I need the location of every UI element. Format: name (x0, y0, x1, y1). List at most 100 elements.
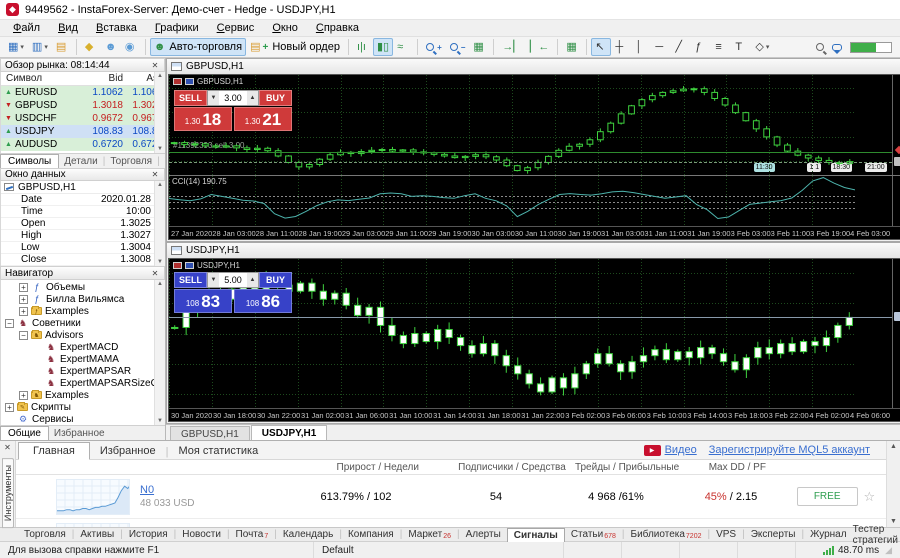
market-watch-row-USDCHF[interactable]: ▼USDCHF0.96720.9675 (1, 112, 165, 125)
expand-toggle[interactable]: − (19, 331, 28, 340)
expand-toggle[interactable]: + (19, 307, 28, 316)
volume-up-icon[interactable]: ▲ (247, 273, 258, 287)
tab-Библиотека[interactable]: Библиотека7202 (625, 529, 708, 540)
chart-tab-GBPUSD,H1[interactable]: GBPUSD,H1 (170, 426, 250, 440)
tree-item-Examples[interactable]: +♞Examples (1, 389, 165, 401)
tree-item-ExpertMAPSAR[interactable]: ♞ExpertMAPSAR (1, 365, 165, 377)
tree-item-ExpertMAPSARSizeOptim[interactable]: ♞ExpertMAPSARSizeOptim (1, 377, 165, 389)
tab-Алерты[interactable]: Алерты (460, 529, 507, 540)
mql5-register-link[interactable]: Зарегистрируйте MQL5 аккаунт (709, 444, 870, 456)
market-watch-scrollbar[interactable]: ▲▼ (154, 72, 165, 153)
search-icon[interactable] (816, 43, 824, 51)
gbpusd-window-titlebar[interactable]: GBPUSD,H1 ─ □ ✕ (167, 59, 900, 74)
tab-Детали[interactable]: Детали (59, 155, 102, 168)
tab-Торговля[interactable]: Торговля (105, 155, 157, 168)
chevron-down-icon[interactable]: ▾ (44, 43, 48, 51)
market-watch-row-USDJPY[interactable]: ▲USDJPY108.83108.86 (1, 125, 165, 138)
market-watch-row-GBPUSD[interactable]: ▼GBPUSD1.30181.3021 (1, 99, 165, 112)
tree-item-Examples[interactable]: +ƒExamples (1, 305, 165, 317)
templates-button[interactable]: ▦ (562, 38, 582, 56)
tab-Почта[interactable]: Почта7 (230, 529, 275, 540)
volume-up-icon[interactable]: ▲ (247, 91, 258, 105)
market-watch-row-AUDUSD[interactable]: ▲AUDUSD0.67200.6723 (1, 138, 165, 151)
tab-Новости[interactable]: Новости (176, 529, 227, 540)
col-growth[interactable]: Прирост / Недели (301, 462, 454, 473)
tab-Компания[interactable]: Компания (342, 529, 400, 540)
signals-scrollbar[interactable]: ▲▼ (886, 441, 900, 527)
tab-Календарь[interactable]: Календарь (277, 529, 339, 540)
tab-Статьи[interactable]: Статьи678 (565, 529, 622, 540)
expand-toggle[interactable]: + (5, 403, 14, 412)
star-icon[interactable]: ☆ (864, 489, 876, 505)
crosshair-button[interactable]: ┼ (611, 38, 631, 56)
data-window-scrollbar[interactable]: ▲▼ (154, 181, 165, 266)
tree-item-Объемы[interactable]: +ƒОбъемы (1, 281, 165, 293)
tab-Эксперты[interactable]: Эксперты (745, 529, 802, 540)
autotrade-button[interactable]: ☻Авто-торговля (150, 38, 246, 56)
col-symbol[interactable]: Символ (1, 73, 81, 84)
tab-Общие[interactable]: Общие (0, 426, 49, 440)
col-bid[interactable]: Bid (81, 73, 123, 84)
video-link[interactable]: Видео (665, 444, 697, 456)
expand-toggle[interactable]: − (5, 319, 14, 328)
trendline-button[interactable]: ╱ (671, 38, 691, 56)
menu-Файл[interactable]: Файл (4, 21, 49, 35)
zoom-in-button[interactable]: + (422, 38, 446, 56)
vertical-line-button[interactable]: │ (631, 38, 651, 56)
tree-item-Скрипты[interactable]: +✎Скрипты (1, 401, 165, 413)
candles-chart-button[interactable]: ▮▯ (373, 38, 393, 56)
community-button[interactable]: ☻ (101, 38, 121, 56)
buy-button[interactable]: BUY (259, 272, 292, 288)
bars-chart-button[interactable]: ı|ı (353, 38, 373, 56)
cursor-button[interactable]: ↖ (591, 38, 611, 56)
tree-item-Сервисы[interactable]: ⚙Сервисы (1, 413, 165, 425)
navigator-scrollbar[interactable]: ▲▼ (154, 280, 165, 425)
close-icon[interactable]: ✕ (150, 269, 160, 278)
tab-Сигналы[interactable]: Сигналы (507, 528, 565, 542)
col-subscribers[interactable]: Подписчики / Средства (454, 462, 569, 473)
tab-Маркет[interactable]: Маркет26 (402, 529, 457, 540)
usdjpy-window-titlebar[interactable]: USDJPY,H1 ─ □ ✕ (167, 243, 900, 258)
chart-shift-button[interactable]: →▏ (498, 38, 525, 56)
sell-price-button[interactable]: 10883 (174, 289, 232, 313)
text-button[interactable]: T (731, 38, 751, 56)
tab-Журнал[interactable]: Журнал (804, 529, 853, 540)
expand-toggle[interactable]: + (19, 391, 28, 400)
depth-icon[interactable] (185, 78, 194, 85)
profiles-button[interactable]: ▥▾ (28, 38, 52, 56)
accounts-button[interactable]: ▤ (52, 38, 72, 56)
tree-item-ExpertMAMA[interactable]: ♞ExpertMAMA (1, 353, 165, 365)
volume-down-icon[interactable]: ▼ (208, 273, 219, 287)
resize-grip[interactable]: ◢ (883, 545, 892, 556)
channel-button[interactable]: ≡ (711, 38, 731, 56)
new-order-button[interactable]: ▤+Новый ордер (246, 38, 344, 56)
one-click-icon[interactable] (173, 78, 182, 85)
new-chart-button[interactable]: ▦▾ (4, 38, 28, 56)
position-line[interactable] (169, 152, 892, 153)
volume-value[interactable]: 5.00 (219, 273, 247, 287)
buy-button[interactable]: BUY (259, 90, 292, 106)
gbpusd-chart[interactable]: #11392393 sell 3.00 11:30 1 1 18:30 21:0… (168, 74, 900, 240)
signal-row-Prospector Scalper EA[interactable]: Prospector Scalper EA301.54% / 912653 43… (16, 519, 886, 527)
tab-Торговля[interactable]: Торговля (18, 529, 72, 540)
col-trades[interactable]: Трейды / Прибыльные (570, 462, 685, 473)
tab-Тики[interactable]: Тики (160, 155, 165, 168)
tab-Символы[interactable]: Символы (0, 154, 59, 168)
menu-Вид[interactable]: Вид (49, 21, 87, 35)
signal-row-N0[interactable]: N048 033 USD613.79% / 102544 968 /61%45%… (16, 475, 886, 519)
menu-Вставка[interactable]: Вставка (87, 21, 146, 35)
free-button[interactable]: FREE (797, 487, 858, 506)
expand-toggle[interactable]: + (19, 283, 28, 292)
buy-price-button[interactable]: 10886 (234, 289, 292, 313)
volume-value[interactable]: 3.00 (219, 91, 247, 105)
close-icon[interactable]: ✕ (150, 170, 160, 179)
close-icon[interactable]: ✕ (150, 61, 160, 70)
line-chart-button[interactable]: ≈ (393, 38, 413, 56)
status-connection[interactable]: 48.70 ms ◢ (796, 542, 900, 558)
depth-icon[interactable] (185, 262, 194, 269)
horizontal-line-button[interactable]: ─ (651, 38, 671, 56)
payments-button[interactable]: ◆ (81, 38, 101, 56)
menu-Окно[interactable]: Окно (263, 21, 307, 35)
broadcast-button[interactable]: ◉ (121, 38, 141, 56)
volume-down-icon[interactable]: ▼ (208, 91, 219, 105)
